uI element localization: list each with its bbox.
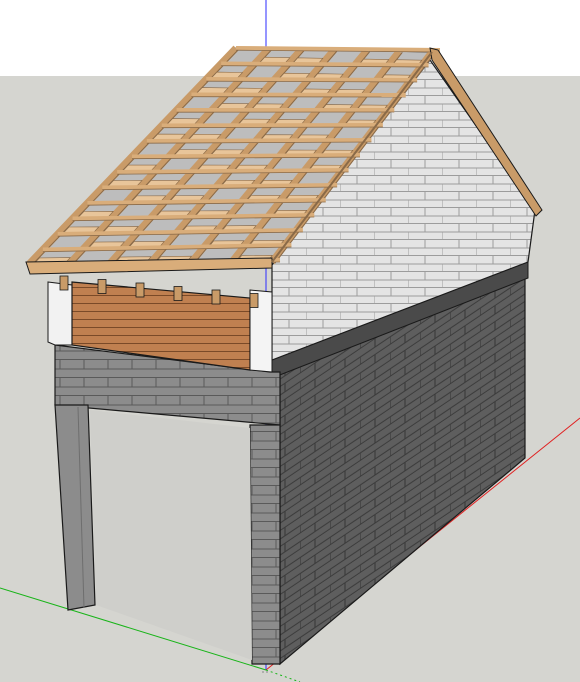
rafter-tail (173, 286, 183, 301)
roof-batten (131, 153, 361, 159)
rafter-tail (211, 289, 221, 305)
scene-canvas[interactable] (0, 0, 580, 682)
rafter-tail (59, 275, 69, 291)
roof-batten (206, 77, 418, 82)
roof-batten (235, 46, 441, 52)
model-viewport[interactable] (0, 0, 580, 682)
roof-batten (191, 92, 406, 97)
front-right-pillar (249, 424, 281, 665)
rafter-tail (97, 279, 107, 294)
rafter-tail (135, 282, 145, 298)
front-upper-trim (47, 281, 73, 346)
rafter-tail (249, 293, 259, 308)
roof-batten (221, 61, 429, 67)
roof-batten (117, 168, 349, 174)
roof-batten (161, 123, 383, 128)
roof-batten (146, 138, 372, 143)
